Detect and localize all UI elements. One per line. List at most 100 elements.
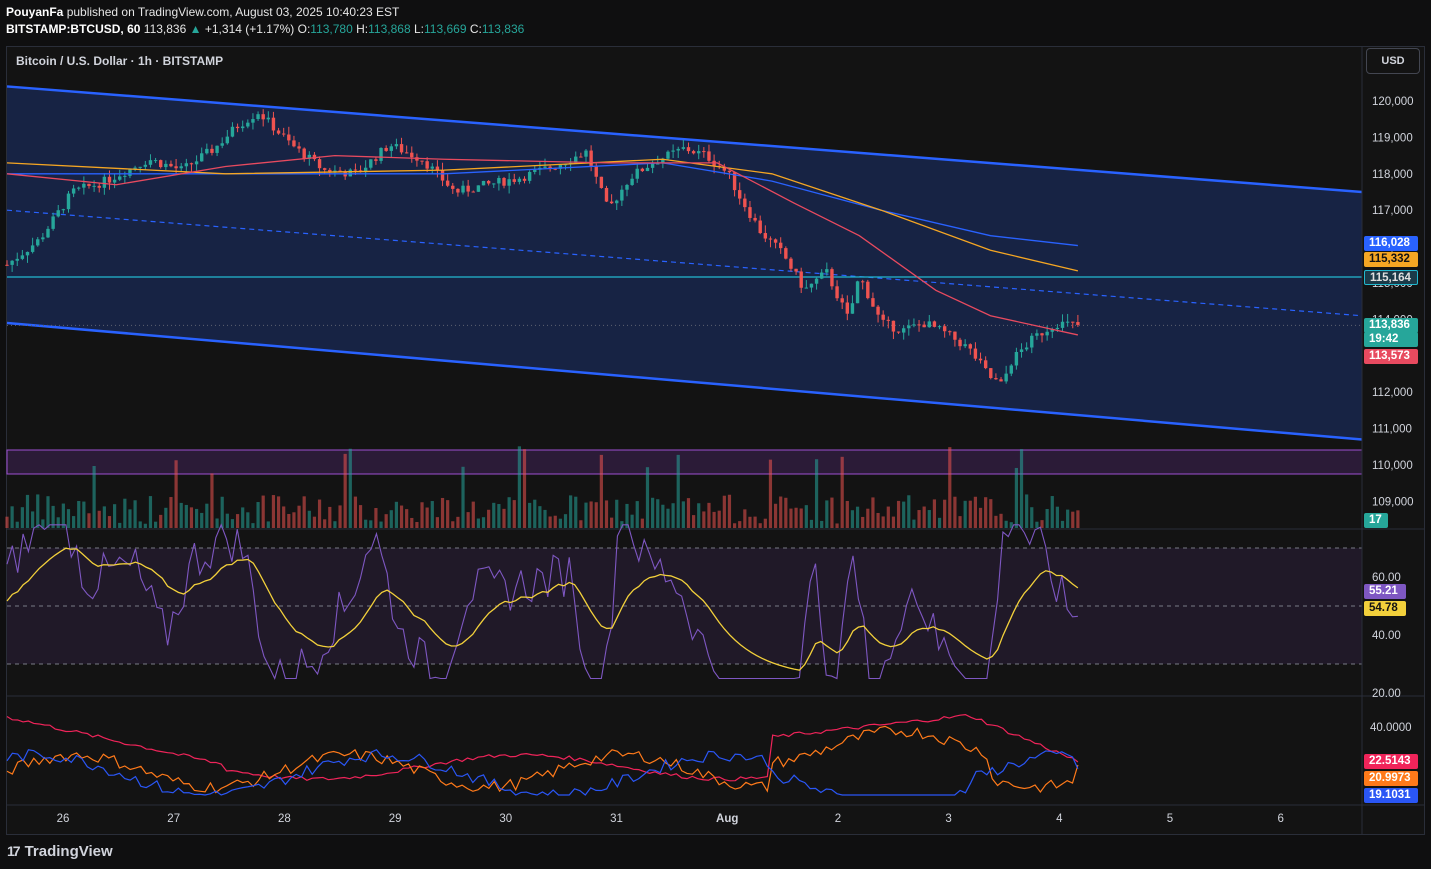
volume-bar bbox=[471, 501, 475, 528]
volume-bar bbox=[691, 515, 696, 528]
candle-body bbox=[589, 150, 593, 167]
candle-body bbox=[1009, 365, 1013, 374]
volume-bar bbox=[932, 499, 937, 528]
volume-bar bbox=[563, 514, 568, 528]
candle-body bbox=[999, 379, 1003, 382]
volume-bar bbox=[205, 503, 209, 528]
candle-body bbox=[148, 160, 153, 165]
volume-bar bbox=[297, 505, 301, 528]
candle-body bbox=[317, 159, 322, 169]
volume-bar bbox=[794, 507, 798, 528]
volume-bar bbox=[697, 503, 701, 528]
volume-bar bbox=[113, 504, 117, 528]
candle-body bbox=[143, 164, 148, 167]
volume-bar bbox=[809, 519, 814, 528]
volume-bar bbox=[1019, 449, 1024, 528]
volume-bar bbox=[861, 516, 865, 528]
candle-body bbox=[814, 278, 819, 284]
time-axis-tick: 29 bbox=[389, 813, 402, 825]
volume-bar bbox=[502, 508, 506, 528]
volume-bar bbox=[927, 510, 931, 528]
candle-body bbox=[353, 169, 358, 171]
candle-body bbox=[1065, 321, 1070, 323]
volume-bar bbox=[343, 453, 347, 528]
time-axis-tick: 4 bbox=[1056, 813, 1063, 825]
volume-bar bbox=[107, 516, 112, 528]
candle-body bbox=[471, 191, 475, 193]
candle-body bbox=[620, 189, 624, 201]
chart-canvas[interactable]: 120,000119,000118,000117,000116,000115,0… bbox=[0, 0, 1431, 869]
volume-bar bbox=[317, 499, 322, 528]
volume-bar bbox=[451, 521, 455, 528]
candle-body bbox=[77, 187, 81, 189]
volume-bar bbox=[312, 516, 317, 528]
price-axis-tick: 112,000 bbox=[1372, 387, 1413, 399]
candle-body bbox=[322, 168, 327, 170]
candle-body bbox=[189, 163, 194, 165]
volume-bar bbox=[604, 500, 609, 528]
tradingview-logo-text: TradingView bbox=[24, 843, 113, 860]
volume-bar bbox=[886, 506, 890, 528]
candle-body bbox=[169, 163, 173, 167]
candle-body bbox=[989, 368, 993, 379]
candle-body bbox=[1060, 321, 1065, 328]
volume-bar bbox=[15, 521, 19, 528]
candle-body bbox=[440, 169, 445, 181]
dmi-red-label: 22.5143 bbox=[1364, 754, 1418, 769]
candle-body bbox=[1076, 322, 1080, 325]
dmi-adx-line bbox=[6, 714, 1079, 782]
dmi-minus-line bbox=[6, 749, 1079, 796]
volume-bar bbox=[97, 510, 101, 528]
candle-body bbox=[302, 148, 306, 159]
candle-body bbox=[876, 306, 880, 315]
volume-bar bbox=[686, 498, 691, 528]
rsi-label: 55.21 bbox=[1364, 584, 1406, 599]
volume-bar bbox=[553, 515, 557, 528]
volume-bar bbox=[548, 516, 552, 528]
candle-body bbox=[87, 183, 91, 187]
candle-body bbox=[958, 339, 962, 347]
candle-body bbox=[978, 358, 983, 361]
candle-body bbox=[128, 168, 132, 176]
volume-bar bbox=[492, 502, 496, 528]
candle-body bbox=[860, 281, 865, 283]
chart-title[interactable]: Bitcoin / U.S. Dollar · 1h · BITSTAMP bbox=[16, 54, 223, 68]
volume-bar bbox=[589, 501, 593, 528]
volume-bar bbox=[615, 499, 619, 528]
candle-body bbox=[410, 152, 414, 158]
price-axis-tick: 111,000 bbox=[1372, 424, 1412, 436]
candle-body bbox=[281, 133, 286, 135]
currency-button[interactable]: USD bbox=[1366, 48, 1420, 74]
volume-bar bbox=[702, 511, 706, 528]
volume-bar bbox=[143, 523, 147, 528]
volume-bar bbox=[184, 504, 188, 528]
candle-body bbox=[845, 302, 850, 314]
candle-body bbox=[445, 180, 450, 186]
volume-bar bbox=[958, 516, 962, 528]
volume-bar bbox=[517, 446, 521, 528]
volume-bar bbox=[538, 506, 542, 528]
candle-body bbox=[174, 166, 178, 169]
price-label-ma-blue: 116,028 bbox=[1364, 236, 1418, 251]
volume-bar bbox=[87, 513, 91, 528]
candle-body bbox=[968, 344, 972, 349]
volume-bar bbox=[1060, 520, 1065, 528]
candle-body bbox=[835, 286, 839, 299]
price-axis-tick: 120,000 bbox=[1372, 96, 1414, 108]
volume-bar bbox=[31, 511, 35, 528]
candle-body bbox=[112, 179, 117, 183]
volume-bar bbox=[10, 506, 14, 528]
volume-bar bbox=[435, 517, 440, 528]
candle-body bbox=[896, 331, 901, 333]
volume-bar bbox=[1030, 507, 1034, 528]
candle-body bbox=[497, 178, 501, 184]
tradingview-logo[interactable]: 17 TradingView bbox=[7, 843, 113, 860]
volume-bar bbox=[353, 496, 358, 528]
candle-body bbox=[287, 134, 291, 141]
candle-body bbox=[517, 178, 522, 182]
volume-bar bbox=[179, 502, 183, 528]
volume-bar bbox=[902, 501, 906, 528]
candle-body bbox=[953, 331, 957, 340]
candle-body bbox=[164, 163, 168, 168]
volume-bar bbox=[543, 509, 547, 528]
